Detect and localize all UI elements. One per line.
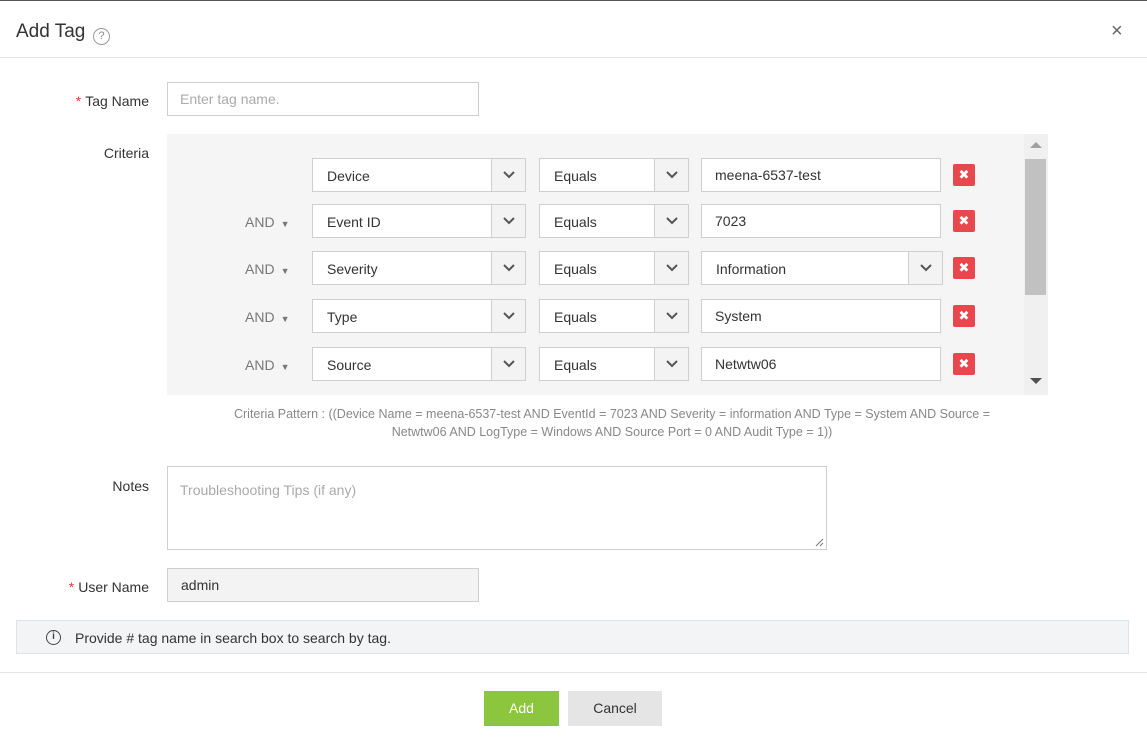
criteria-pattern-line: Netwtw06 AND LogType = Windows AND Sourc… — [391, 425, 833, 439]
criteria-row: AND ▼ Source Equals Netwtw06 ✖ — [167, 347, 977, 381]
dialog-title: Add Tag — [16, 21, 86, 42]
dialog-header: Add Tag ? × — [0, 4, 1147, 58]
scroll-down-arrow-icon[interactable] — [1030, 378, 1042, 384]
chevron-down-icon[interactable] — [491, 348, 525, 380]
chevron-down-icon[interactable] — [654, 300, 688, 332]
caret-down-icon: ▼ — [280, 219, 290, 229]
operator-select[interactable]: Equals — [539, 204, 689, 238]
value-input[interactable]: System — [701, 299, 941, 333]
notes-placeholder: Troubleshooting Tips (if any) — [180, 482, 357, 498]
caret-down-icon: ▼ — [280, 266, 290, 276]
field-select[interactable]: Severity — [312, 251, 526, 285]
value-input[interactable]: 7023 — [701, 204, 941, 238]
field-select-value: Event ID — [327, 214, 381, 230]
field-select-value: Severity — [327, 261, 378, 277]
field-select-value: Device — [327, 168, 370, 184]
chevron-down-icon[interactable] — [491, 300, 525, 332]
resize-handle-icon[interactable] — [814, 537, 824, 547]
value-select[interactable]: Information — [701, 251, 943, 285]
user-name-input: admin — [167, 568, 479, 602]
close-icon[interactable]: × — [1111, 20, 1123, 43]
operator-select-value: Equals — [554, 261, 597, 277]
operator-select[interactable]: Equals — [539, 158, 689, 192]
operator-select[interactable]: Equals — [539, 347, 689, 381]
notes-textarea[interactable]: Troubleshooting Tips (if any) — [167, 466, 827, 550]
field-select[interactable]: Source — [312, 347, 526, 381]
chevron-down-icon[interactable] — [654, 252, 688, 284]
add-button[interactable]: Add — [484, 691, 559, 726]
field-select-value: Type — [327, 309, 358, 325]
delete-criteria-button[interactable]: ✖ — [953, 353, 975, 375]
info-bar: i Provide # tag name in search box to se… — [16, 620, 1129, 654]
field-select[interactable]: Device — [312, 158, 526, 192]
chevron-down-icon[interactable] — [491, 159, 525, 191]
criteria-pattern: Criteria Pattern : ((Device Name = meena… — [167, 405, 1057, 441]
chevron-down-icon[interactable] — [654, 159, 688, 191]
chevron-down-icon[interactable] — [491, 252, 525, 284]
delete-criteria-button[interactable]: ✖ — [953, 164, 975, 186]
value-input[interactable]: meena-6537-test — [701, 158, 941, 192]
criteria-row: AND ▼ Event ID Equals 7023 ✖ — [167, 204, 977, 238]
chevron-down-icon[interactable] — [491, 205, 525, 237]
criteria-row: AND ▼ Severity Equals Information ✖ — [167, 251, 977, 285]
criteria-pattern-line: Criteria Pattern : ((Device Name = meena… — [233, 407, 990, 421]
tag-name-input[interactable]: Enter tag name. — [167, 82, 479, 116]
field-select-value: Source — [327, 357, 372, 373]
help-icon[interactable]: ? — [93, 28, 110, 45]
delete-criteria-button[interactable]: ✖ — [953, 257, 975, 279]
operator-select-value: Equals — [554, 214, 597, 230]
chevron-down-icon[interactable] — [908, 252, 942, 284]
criteria-label: Criteria — [103, 145, 149, 161]
value-input[interactable]: Netwtw06 — [701, 347, 941, 381]
user-name-label: * User Name — [68, 579, 149, 595]
caret-down-icon: ▼ — [280, 314, 290, 324]
info-icon: i — [46, 630, 61, 645]
operator-select-value: Equals — [554, 357, 597, 373]
required-mark: * — [75, 93, 82, 109]
scrollbar-thumb[interactable] — [1025, 159, 1046, 295]
criteria-row: AND ▼ Type Equals System ✖ — [167, 299, 977, 333]
field-select[interactable]: Type — [312, 299, 526, 333]
notes-label: Notes — [112, 478, 149, 494]
tag-name-label: * Tag Name — [75, 93, 149, 109]
chevron-down-icon[interactable] — [654, 205, 688, 237]
chevron-down-icon[interactable] — [654, 348, 688, 380]
operator-select-value: Equals — [554, 168, 597, 184]
tag-name-placeholder: Enter tag name. — [180, 91, 280, 107]
scroll-up-arrow-icon[interactable] — [1030, 142, 1042, 148]
criteria-row: Device Equals meena-6537-test ✖ — [167, 158, 977, 192]
connector-select[interactable]: AND ▼ — [245, 261, 289, 277]
cancel-button[interactable]: Cancel — [568, 691, 662, 726]
value-select-value: Information — [716, 261, 787, 277]
field-select[interactable]: Event ID — [312, 204, 526, 238]
connector-select[interactable]: AND ▼ — [245, 357, 289, 373]
operator-select-value: Equals — [554, 309, 597, 325]
required-mark: * — [68, 579, 75, 595]
footer-divider — [0, 672, 1147, 673]
caret-down-icon: ▼ — [280, 362, 290, 372]
delete-criteria-button[interactable]: ✖ — [953, 305, 975, 327]
criteria-panel: Device Equals meena-6537-test ✖ AND ▼ Eve… — [167, 134, 1048, 395]
connector-select[interactable]: AND ▼ — [245, 214, 289, 230]
delete-criteria-button[interactable]: ✖ — [953, 210, 975, 232]
operator-select[interactable]: Equals — [539, 251, 689, 285]
info-text: Provide # tag name in search box to sear… — [75, 630, 391, 646]
operator-select[interactable]: Equals — [539, 299, 689, 333]
connector-select[interactable]: AND ▼ — [245, 309, 289, 325]
